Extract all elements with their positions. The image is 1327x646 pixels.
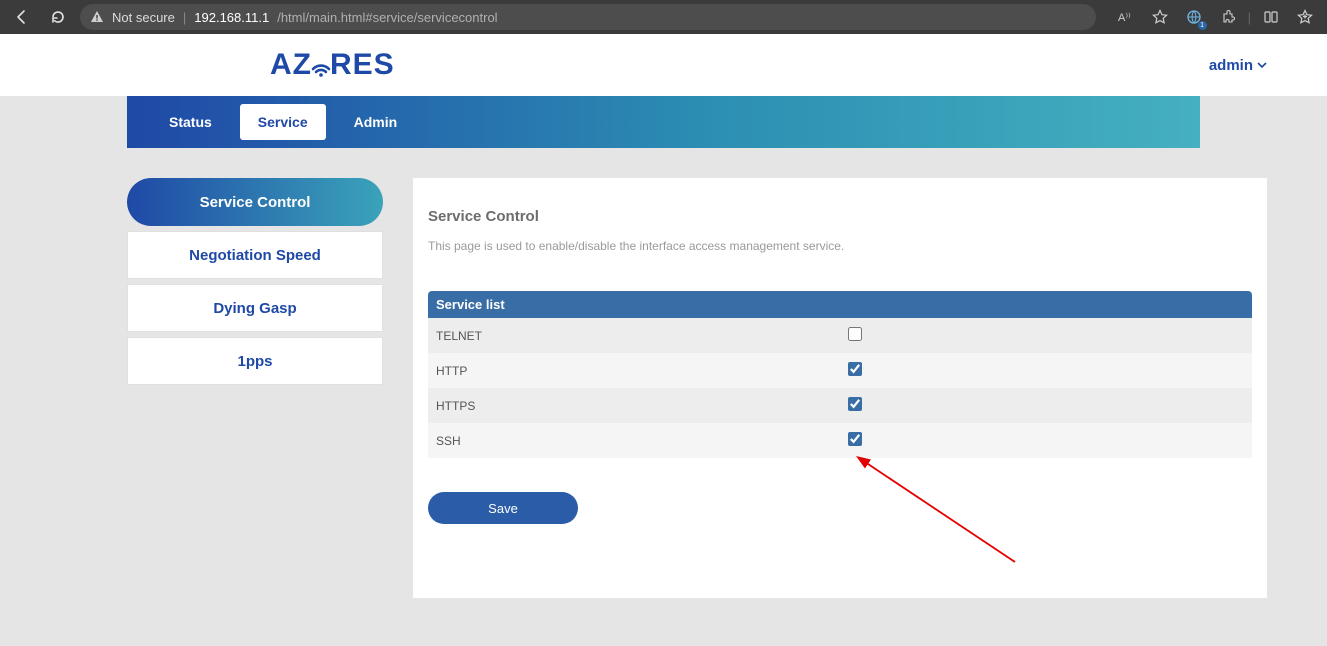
service-table: Service list TELNETHTTPHTTPSSSH bbox=[428, 291, 1252, 458]
logo-text-left: AZ bbox=[270, 48, 312, 82]
table-header: Service list bbox=[428, 291, 1252, 318]
service-checkbox-cell bbox=[840, 388, 1252, 423]
not-secure-icon bbox=[90, 10, 104, 24]
logo-text-right: RES bbox=[330, 48, 395, 82]
extensions-icon[interactable] bbox=[1214, 3, 1242, 31]
main-content: Service Control This page is used to ena… bbox=[413, 178, 1267, 598]
nav-item-status[interactable]: Status bbox=[151, 104, 230, 140]
split-screen-icon[interactable] bbox=[1257, 3, 1285, 31]
service-checkbox-http[interactable] bbox=[848, 362, 862, 376]
page-description: This page is used to enable/disable the … bbox=[428, 239, 1252, 253]
url-path: /html/main.html#service/servicecontrol bbox=[277, 10, 497, 25]
sidebar-item-dying-gasp[interactable]: Dying Gasp bbox=[127, 284, 383, 332]
sidebar: Service Control Negotiation Speed Dying Ga… bbox=[127, 178, 383, 598]
address-bar[interactable]: Not secure | 192.168.11.1/html/main.html… bbox=[80, 4, 1096, 30]
collections-icon[interactable] bbox=[1291, 3, 1319, 31]
main-nav: Status Service Admin bbox=[127, 96, 1200, 148]
service-checkbox-cell bbox=[840, 353, 1252, 388]
read-aloud-icon[interactable]: A⁾⁾ bbox=[1112, 3, 1140, 31]
user-label: admin bbox=[1209, 57, 1253, 74]
service-checkbox-cell bbox=[840, 423, 1252, 458]
service-checkbox-https[interactable] bbox=[848, 397, 862, 411]
sidebar-item-service-control[interactable]: Service Control bbox=[127, 178, 383, 226]
page-header: AZ RES admin bbox=[0, 34, 1327, 96]
service-checkbox-ssh[interactable] bbox=[848, 432, 862, 446]
table-row: TELNET bbox=[428, 318, 1252, 353]
page-title: Service Control bbox=[428, 208, 1252, 225]
toolbar-separator: | bbox=[1248, 10, 1251, 25]
back-button[interactable] bbox=[8, 3, 36, 31]
globe-icon[interactable]: 1 bbox=[1180, 3, 1208, 31]
save-button[interactable]: Save bbox=[428, 492, 578, 524]
url-host: 192.168.11.1 bbox=[194, 10, 269, 25]
service-name: SSH bbox=[428, 423, 840, 458]
page: AZ RES admin Status Service Admin Service … bbox=[0, 34, 1327, 646]
svg-text:A⁾⁾: A⁾⁾ bbox=[1118, 12, 1131, 24]
service-name: TELNET bbox=[428, 318, 840, 353]
badge-count: 1 bbox=[1198, 21, 1207, 30]
service-name: HTTP bbox=[428, 353, 840, 388]
table-row: HTTPS bbox=[428, 388, 1252, 423]
service-checkbox-telnet[interactable] bbox=[848, 327, 862, 341]
logo: AZ RES bbox=[270, 48, 395, 82]
refresh-button[interactable] bbox=[44, 3, 72, 31]
favorite-icon[interactable] bbox=[1146, 3, 1174, 31]
chevron-down-icon bbox=[1257, 57, 1267, 74]
table-row: SSH bbox=[428, 423, 1252, 458]
sidebar-item-1pps[interactable]: 1pps bbox=[127, 337, 383, 385]
security-label: Not secure bbox=[112, 10, 175, 25]
browser-toolbar: Not secure | 192.168.11.1/html/main.html… bbox=[0, 0, 1327, 34]
service-checkbox-cell bbox=[840, 318, 1252, 353]
user-menu[interactable]: admin bbox=[1209, 57, 1267, 74]
table-row: HTTP bbox=[428, 353, 1252, 388]
logo-wifi-icon bbox=[310, 54, 332, 76]
address-separator: | bbox=[183, 10, 186, 25]
nav-item-admin[interactable]: Admin bbox=[336, 104, 416, 140]
service-name: HTTPS bbox=[428, 388, 840, 423]
sidebar-item-negotiation-speed[interactable]: Negotiation Speed bbox=[127, 231, 383, 279]
nav-item-service[interactable]: Service bbox=[240, 104, 326, 140]
